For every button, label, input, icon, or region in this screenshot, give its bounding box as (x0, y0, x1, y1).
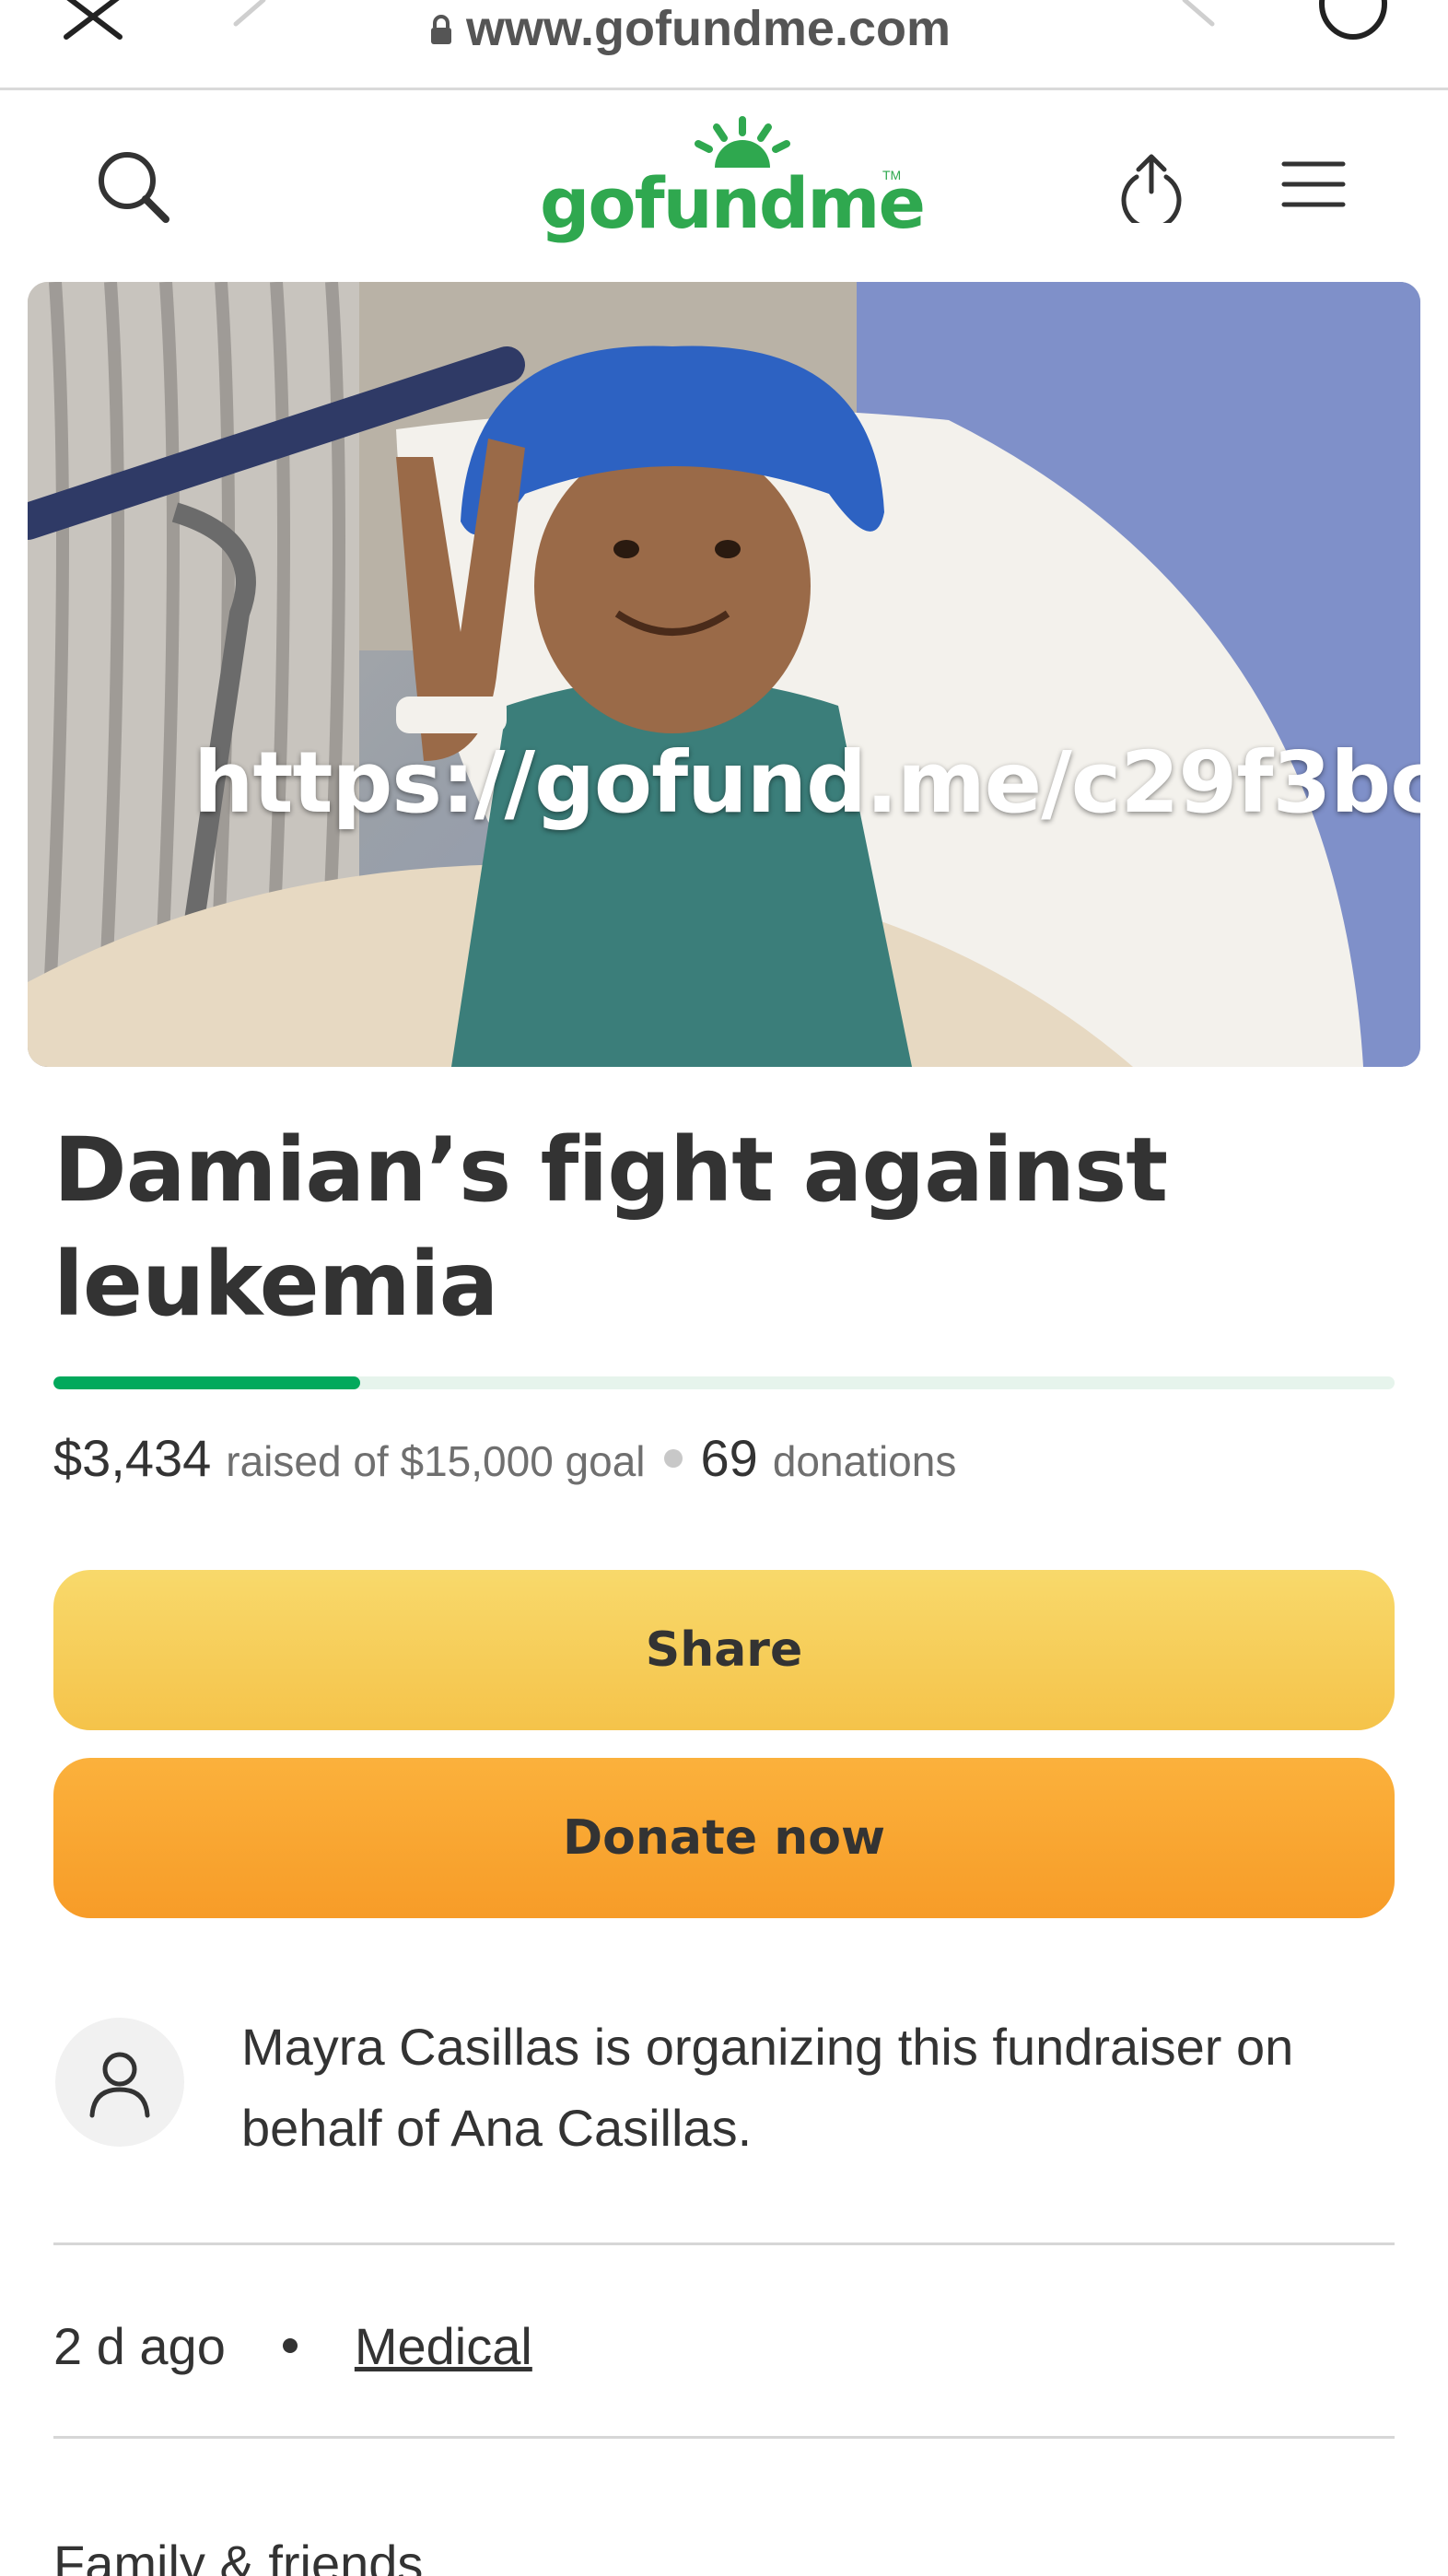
browser-toolbar: www.gofundme.com (0, 0, 1448, 90)
meta-bullet (282, 2338, 298, 2353)
donation-label: donations (772, 1437, 957, 1485)
amount-raised: $3,434 (53, 1429, 212, 1487)
share-button[interactable]: Share (53, 1570, 1395, 1730)
share-upload-icon[interactable] (1115, 149, 1188, 223)
person-icon (89, 2052, 150, 2118)
created-age: 2 d ago (53, 2316, 226, 2375)
campaign-meta: 2 d ago Medical (53, 2309, 532, 2383)
hero-image: https://gofund.me/c29f3bc5 (28, 282, 1420, 1067)
donate-now-button[interactable]: Donate now (53, 1758, 1395, 1918)
hero-photo-icon (28, 282, 1420, 1067)
hero-url-watermark: https://gofund.me/c29f3bc5 (193, 733, 1420, 832)
donation-stats: $3,434 raised of $15,000 goal 69 donatio… (53, 1428, 1398, 1488)
close-icon[interactable] (61, 0, 125, 41)
next-section-heading: Family & friends (53, 2524, 423, 2576)
back-arrow-icon[interactable] (230, 0, 267, 39)
category-link[interactable]: Medical (355, 2316, 532, 2376)
progress-bar-fill (53, 1376, 361, 1389)
hamburger-menu-icon[interactable] (1280, 157, 1347, 212)
url-text: www.gofundme.com (466, 1, 951, 56)
goal-text: raised of $15,000 goal (226, 1437, 646, 1485)
site-header: gofundme TM (0, 90, 1448, 280)
logo-wordmark: gofundme (540, 162, 926, 244)
address-bar[interactable]: www.gofundme.com (429, 0, 951, 64)
search-icon[interactable] (92, 146, 175, 228)
logo-trademark: TM (882, 168, 902, 182)
separator-dot (663, 1448, 683, 1468)
donation-count: 69 (700, 1429, 758, 1487)
organizer-avatar (55, 2018, 184, 2147)
forward-arrow-icon[interactable] (1181, 0, 1218, 39)
lock-icon (431, 15, 451, 44)
organizer-statement: Mayra Casillas is organizing this fundra… (241, 2018, 1294, 2157)
progress-bar (53, 1376, 1395, 1389)
campaign-title: Damian’s fight against leukemia (53, 1118, 1168, 1336)
tabs-icon[interactable] (1315, 0, 1391, 44)
divider-top (53, 2242, 1395, 2245)
next-section-label: Family & friends (53, 2535, 424, 2576)
divider-bottom (53, 2436, 1395, 2439)
gofundme-logo[interactable]: gofundme TM (540, 116, 926, 254)
